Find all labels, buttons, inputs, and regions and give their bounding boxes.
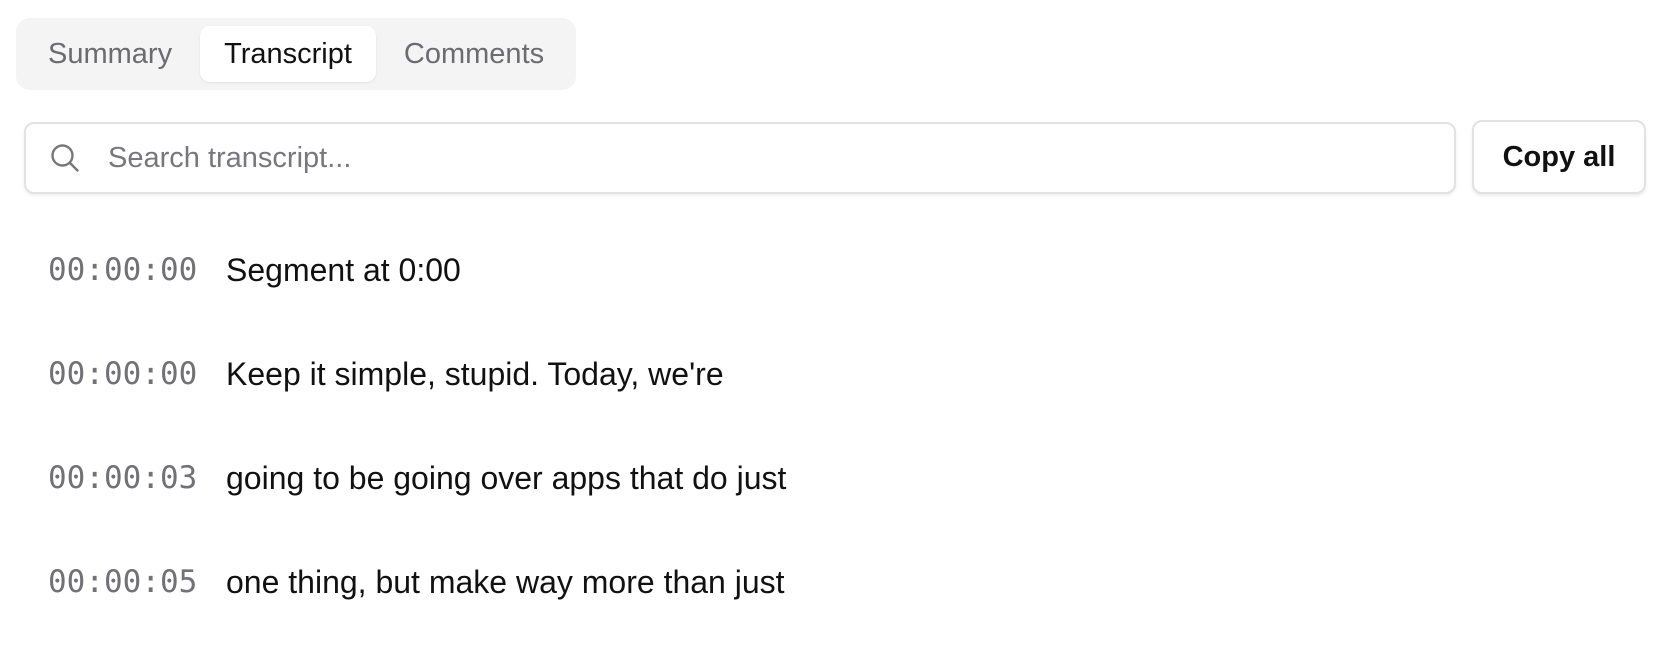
tab-transcript[interactable]: Transcript [200, 26, 376, 82]
search-input[interactable] [108, 141, 1408, 175]
transcript-segment[interactable]: 00:00:05 one thing, but make way more th… [48, 544, 1628, 648]
tab-bar: Summary Transcript Comments [16, 18, 577, 90]
segment-timestamp[interactable]: 00:00:05 [48, 564, 226, 600]
search-box[interactable] [24, 122, 1456, 194]
segment-text: Keep it simple, stupid. Today, we're [226, 356, 724, 392]
segment-text: Segment at 0:00 [226, 252, 461, 288]
tab-comments[interactable]: Comments [380, 26, 568, 82]
search-icon [48, 141, 82, 175]
search-row: Copy all [24, 120, 1646, 196]
tab-summary[interactable]: Summary [24, 26, 196, 82]
transcript-segment[interactable]: 00:00:00 Keep it simple, stupid. Today, … [48, 336, 1628, 440]
segment-text: going to be going over apps that do just [226, 460, 787, 496]
segment-timestamp[interactable]: 00:00:00 [48, 252, 226, 288]
transcript-segment[interactable]: 00:00:03 going to be going over apps tha… [48, 440, 1628, 544]
segment-timestamp[interactable]: 00:00:00 [48, 356, 226, 392]
transcript-list: 00:00:00 Segment at 0:00 00:00:00 Keep i… [48, 232, 1628, 648]
segment-text: one thing, but make way more than just [226, 564, 785, 600]
transcript-segment[interactable]: 00:00:00 Segment at 0:00 [48, 232, 1628, 336]
copy-all-button[interactable]: Copy all [1472, 120, 1646, 194]
segment-timestamp[interactable]: 00:00:03 [48, 460, 226, 496]
